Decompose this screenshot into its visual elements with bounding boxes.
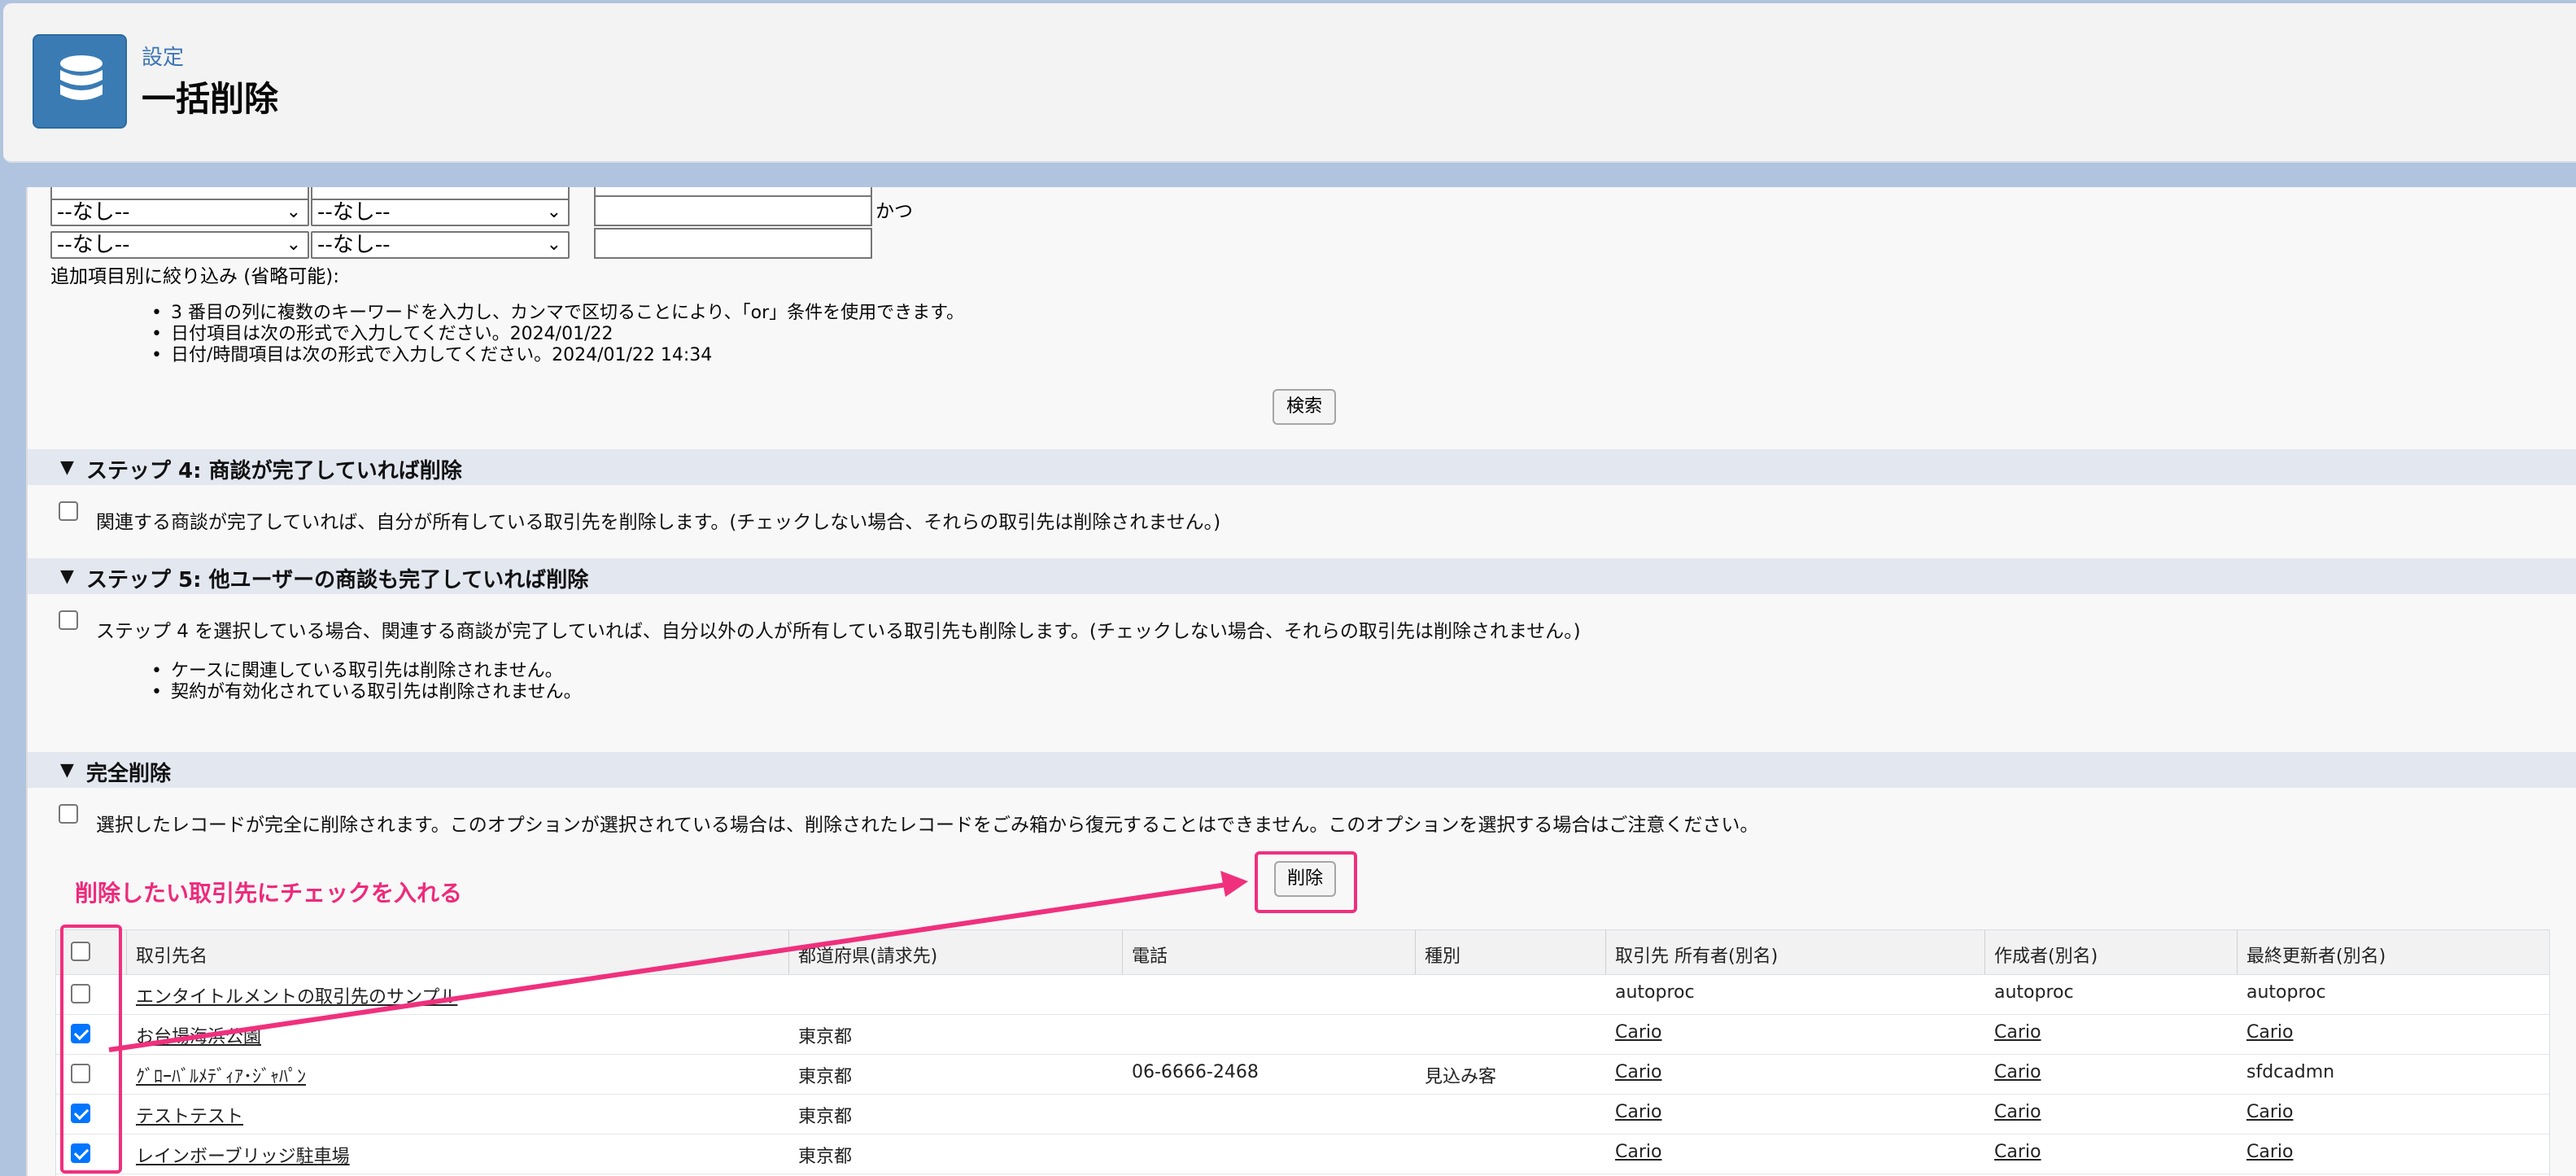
annotation-arrow xyxy=(108,871,1248,1052)
page-title: 一括削除 xyxy=(142,79,279,119)
page-header: 設定 一括削除 xyxy=(3,3,2576,163)
content-panel: --なし-- ⌄ --なし-- ⌄ かつ --なし-- ⌄ --なし-- ⌄ 追… xyxy=(26,187,2576,1176)
database-icon xyxy=(33,34,127,129)
breadcrumb-setup[interactable]: 設定 xyxy=(142,41,184,71)
